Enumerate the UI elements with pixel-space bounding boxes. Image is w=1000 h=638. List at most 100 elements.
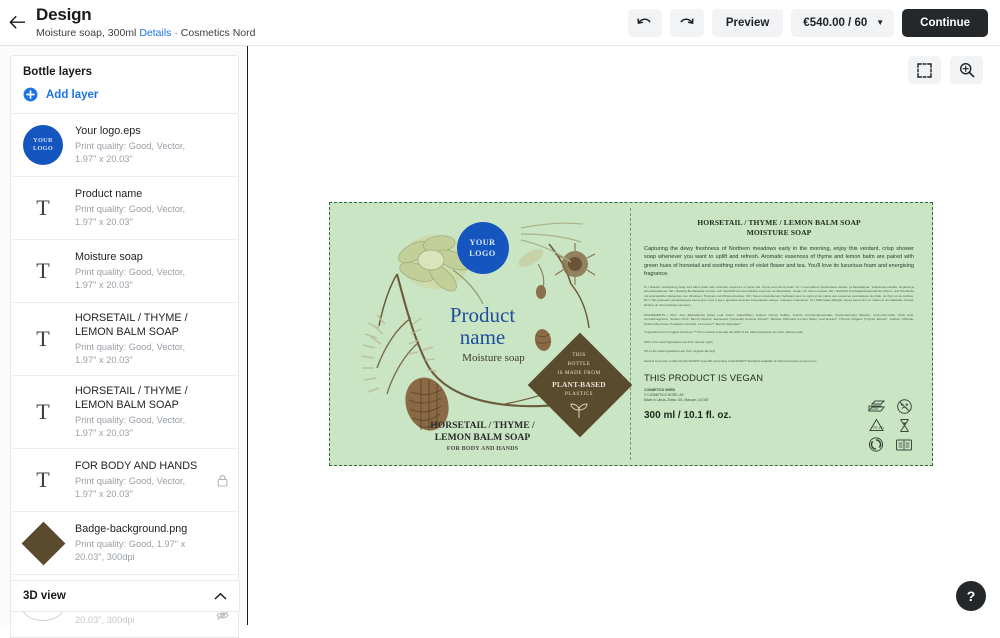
front-bottom-line3: FOR BODY AND HANDS — [446, 446, 519, 452]
period-after-opening-icon: 12M — [866, 399, 886, 414]
front-logo-line1: YOUR — [469, 238, 496, 247]
front-bottom-text[interactable]: HORSETAIL / THYME / LEMON BALM SOAP FOR … — [335, 420, 630, 452]
zoom-in-icon — [959, 62, 974, 78]
layer-thumbnail: YOUR LOGO — [21, 123, 65, 167]
back-title-line1: HORSETAIL / THYME / LEMON BALM SOAP — [697, 218, 861, 227]
back-multilingual-copy: FI / Natural moisturising body and hand … — [644, 284, 914, 307]
layer-text: Your logo.eps Print quality: Good, Vector… — [75, 125, 204, 166]
badge-line-1: THIS — [572, 352, 586, 358]
layer-status-icons[interactable] — [214, 474, 230, 487]
back-note-2: 99% of the total ingredients are from na… — [644, 339, 713, 344]
layer-row[interactable]: T FOR BODY AND HANDS Print quality: Good, … — [11, 449, 238, 512]
layer-thumbnail: T — [21, 186, 65, 230]
layer-thumbnail — [21, 521, 65, 565]
badge-line-2: BOTTLE — [567, 361, 591, 367]
no-animal-testing-icon — [894, 399, 914, 414]
badge-line-4: PLANT-BASED — [552, 379, 606, 389]
continue-button[interactable]: Continue — [902, 8, 988, 37]
chevron-down-icon: ▼ — [876, 18, 885, 27]
front-logo-line2: LOGO — [469, 249, 496, 258]
back-body-copy: Capturing the dewy freshness of Northern… — [644, 246, 914, 278]
text-layer-icon: T — [36, 195, 50, 220]
layer-thumbnail: T — [21, 458, 65, 502]
breadcrumb: Moisture soap, 300ml Details · Cosmetics… — [36, 26, 255, 40]
back-note-1: *Ingredients from Organic Farming / ** F… — [644, 330, 803, 335]
preview-button[interactable]: Preview — [711, 8, 784, 37]
label-artwork[interactable]: YOUR LOGO Product name Moisture soap THI… — [329, 202, 933, 466]
breadcrumb-product: Moisture soap, 300ml — [36, 26, 137, 39]
svg-text:PE-HD: PE-HD — [873, 426, 884, 430]
badge-line-5: PLASTICS — [565, 391, 593, 397]
leaf-sprig-icon — [570, 403, 588, 418]
breadcrumb-separator: · — [174, 26, 178, 39]
layer-meta: Print quality: Good, 1.97" x 20.03", 300… — [75, 539, 186, 562]
design-canvas[interactable]: YOUR LOGO Product name Moisture soap THI… — [249, 46, 1000, 625]
layer-name: Product name — [75, 187, 143, 200]
front-product-name[interactable]: Product name — [335, 304, 630, 348]
back-title[interactable]: HORSETAIL / THYME / LEMON BALM SOAP MOIS… — [644, 218, 914, 238]
label-front-panel: YOUR LOGO Product name Moisture soap THI… — [335, 208, 633, 460]
zoom-in-button[interactable] — [950, 56, 983, 84]
add-layer-label: Add layer — [46, 88, 99, 101]
layer-text: Moisture soap Print quality: Good, Vector… — [75, 251, 204, 292]
price-label: €540.00 / 60 — [803, 16, 868, 29]
layer-meta: Print quality: Good, Vector, 1.97" x 20.… — [75, 267, 186, 290]
label-back-panel: HORSETAIL / THYME / LEMON BALM SOAP MOIS… — [631, 208, 927, 460]
layer-name: HORSETAIL / THYME / LEMON BALM SOAP — [75, 385, 188, 411]
layer-text: FOR BODY AND HANDS Print quality: Good, V… — [75, 460, 204, 501]
redo-icon — [680, 17, 694, 24]
layers-sidebar: Bottle layers Add layer YOUR LOGO Your log… — [0, 46, 248, 638]
marquee-select-button[interactable] — [908, 56, 941, 84]
layer-name: HORSETAIL / THYME / LEMON BALM SOAP — [75, 312, 188, 338]
layer-text: HORSETAIL / THYME / LEMON BALM SOAP Print… — [75, 312, 204, 366]
logo-line2: LOGO — [32, 145, 54, 152]
help-button[interactable]: ? — [956, 581, 986, 611]
refer-to-insert-icon — [894, 437, 914, 452]
details-link[interactable]: Details — [139, 27, 171, 39]
your-logo-icon: YOUR LOGO — [23, 125, 63, 165]
layer-name: Moisture soap — [75, 250, 143, 263]
recycle-triangle-icon: PE-HD — [866, 418, 886, 433]
3d-view-toggle[interactable]: 3D view — [10, 580, 240, 612]
add-layer-button[interactable]: Add layer — [11, 80, 238, 113]
marquee-select-icon — [917, 62, 932, 78]
undo-icon — [637, 17, 651, 24]
title-block: Design Moisture soap, 300ml Details · Co… — [34, 5, 255, 40]
green-dot-recycle-icon — [866, 437, 886, 452]
layer-meta: Print quality: Good, Vector, 1.97" x 20.… — [75, 342, 186, 365]
layer-thumbnail: T — [21, 249, 65, 293]
arrow-left-icon — [8, 15, 25, 29]
lock-icon — [217, 474, 227, 487]
front-product-line2: name — [459, 325, 506, 349]
front-bottom-line1: HORSETAIL / THYME / — [430, 420, 535, 431]
plant-based-badge-text: THIS BOTTLE IS MADE FROM PLANT-BASED PLA… — [537, 351, 621, 418]
layer-row[interactable]: T HORSETAIL / THYME / LEMON BALM SOAP Prin… — [11, 376, 238, 449]
3d-view-label: 3D view — [23, 590, 66, 602]
badge-line-3: IS MADE FROM — [557, 370, 601, 376]
text-layer-icon: T — [36, 399, 50, 424]
layer-meta: Print quality: Good, Vector, 1.97" x 20.… — [75, 415, 186, 438]
layer-meta: Print quality: Good, Vector, 1.97" x 20.… — [75, 204, 186, 227]
back-note-3: 5% of the total ingredients are from Org… — [644, 349, 716, 354]
layer-text: Badge-background.png Print quality: Good,… — [75, 523, 204, 564]
back-ingredients: INGREDIENTS / INCI: Aloe Barbadensis (Al… — [644, 312, 914, 326]
layer-name: FOR BODY AND HANDS — [75, 459, 198, 472]
layer-text: HORSETAIL / THYME / LEMON BALM SOAP Print… — [75, 385, 204, 439]
price-selector[interactable]: €540.00 / 60 ▼ — [791, 8, 895, 37]
layer-meta: Print quality: Good, Vector, 1.97" x 20.… — [75, 141, 186, 164]
layer-row[interactable]: T Product name Print quality: Good, Vector… — [11, 177, 238, 240]
back-title-line2: MOISTURE SOAP — [746, 228, 812, 237]
layer-row[interactable]: Badge-background.png Print quality: Good,… — [11, 512, 238, 575]
redo-button[interactable] — [669, 8, 704, 37]
text-layer-icon: T — [36, 258, 50, 283]
top-bar: Design Moisture soap, 300ml Details · Co… — [0, 0, 1000, 46]
layer-row[interactable]: T Moisture soap Print quality: Good, Vecto… — [11, 240, 238, 303]
layer-row[interactable]: T HORSETAIL / THYME / LEMON BALM SOAP Prin… — [11, 303, 238, 376]
layer-row[interactable]: YOUR LOGO Your logo.eps Print quality: Good… — [11, 114, 238, 177]
label-panels: YOUR LOGO Product name Moisture soap THI… — [335, 208, 927, 460]
back-button[interactable] — [0, 0, 34, 46]
layer-name: Badge-background.png — [75, 522, 188, 535]
front-logo-badge[interactable]: YOUR LOGO — [456, 222, 509, 274]
undo-button[interactable] — [627, 8, 662, 37]
svg-text:12M: 12M — [871, 407, 878, 411]
